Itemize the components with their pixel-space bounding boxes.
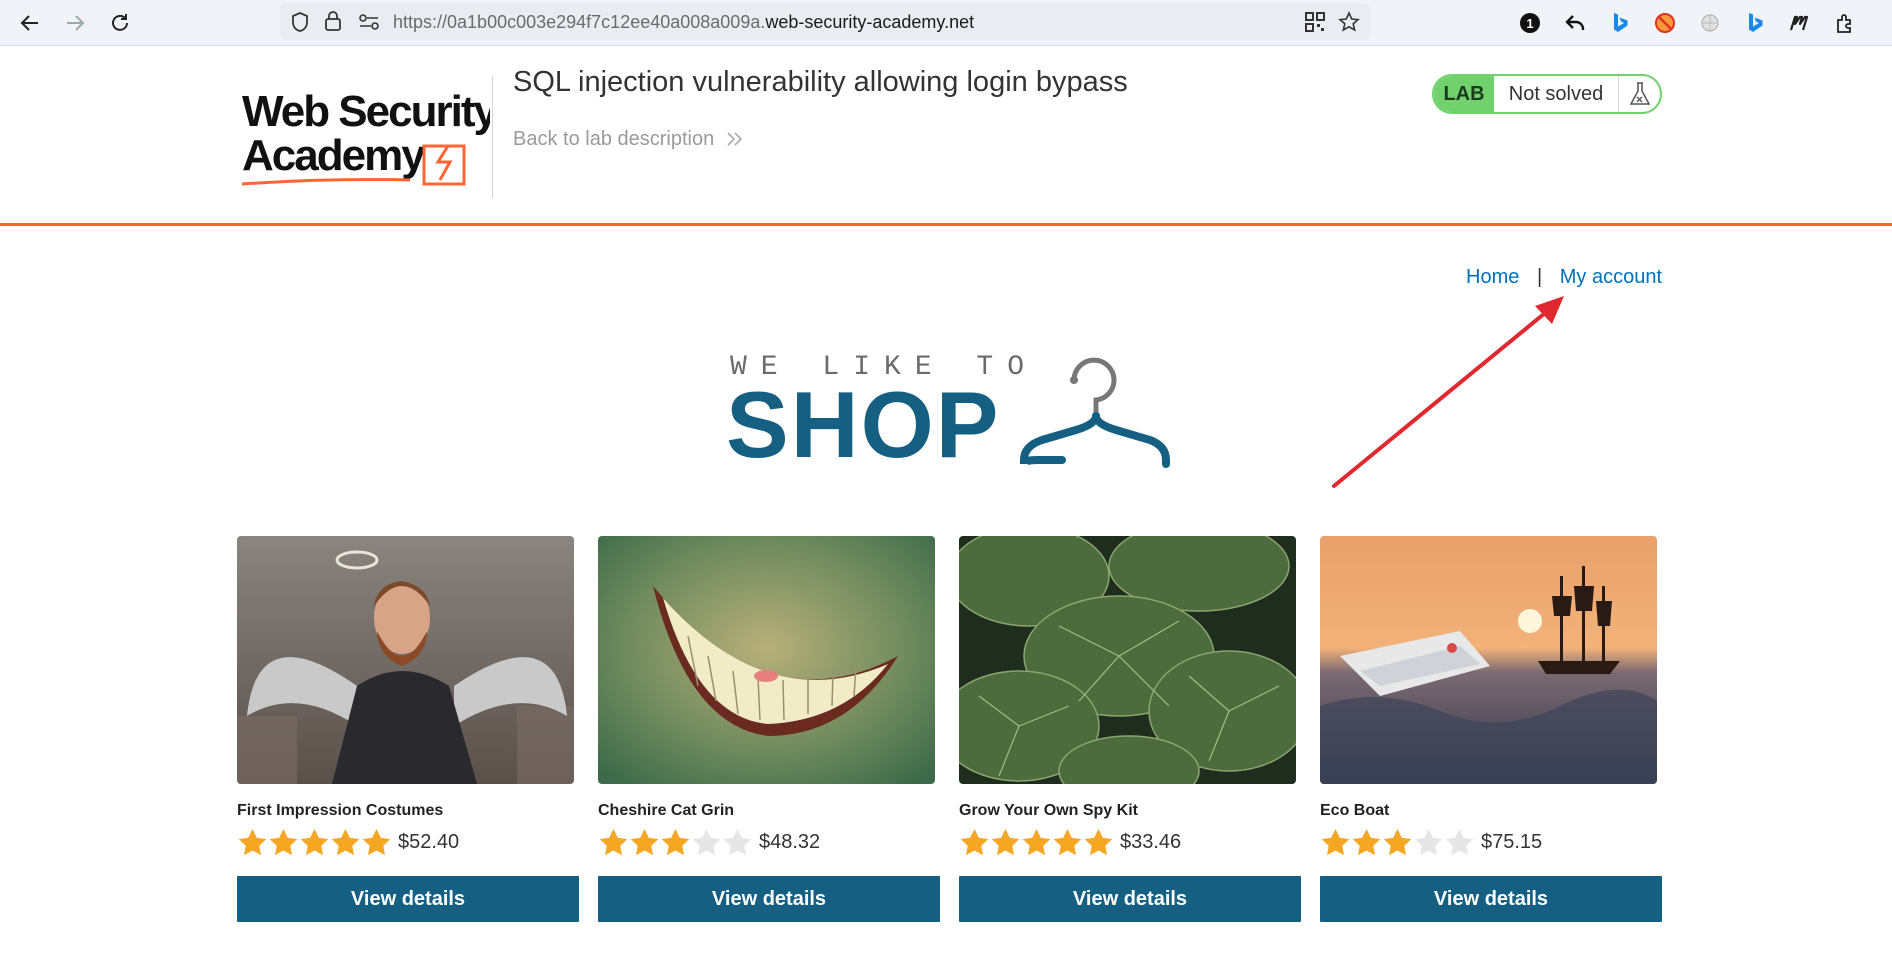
product-name: First Impression Costumes — [237, 802, 444, 819]
star-icon — [661, 829, 690, 856]
product-name: Cheshire Cat Grin — [598, 802, 735, 819]
star-icon — [362, 829, 391, 856]
star-icon — [991, 829, 1020, 856]
product-rating: $75.15 — [1320, 828, 1542, 856]
star-icon — [331, 829, 360, 856]
svg-text:Web Security: Web Security — [242, 87, 490, 136]
back-arrow-icon[interactable] — [16, 9, 44, 37]
view-details-button[interactable]: View details — [1320, 876, 1662, 922]
double-chevron-right-icon — [720, 128, 744, 150]
url-text[interactable]: https://0a1b00c003e294f7c12ee40a008a009a… — [393, 12, 974, 33]
lab-status-widget: LAB Not solved — [1432, 74, 1662, 114]
star-empty-icon — [723, 829, 752, 856]
product-price: $75.15 — [1481, 830, 1543, 853]
product-card: First Impression Costumes $52.40 View de… — [237, 536, 579, 922]
star-icon — [238, 829, 267, 856]
product-price: $33.46 — [1120, 830, 1182, 853]
logo-divider — [492, 76, 493, 198]
product-rating: $48.32 — [598, 828, 820, 856]
product-card: Cheshire Cat Grin $48.32 View details — [598, 536, 940, 922]
product-card: Eco Boat $75.15 View details — [1320, 536, 1662, 922]
qr-code-icon[interactable] — [1305, 12, 1325, 37]
star-icon — [630, 829, 659, 856]
site-permissions-icon[interactable] — [358, 12, 380, 37]
flask-icon — [1619, 76, 1660, 112]
star-icon — [1084, 829, 1113, 856]
web-security-academy-logo[interactable]: Web Security Academy — [240, 74, 490, 214]
product-rating: $33.46 — [959, 828, 1181, 856]
shop-wordmark: SHOP — [726, 372, 1001, 477]
globe-extension-icon[interactable] — [1697, 10, 1723, 36]
m-extension-icon[interactable] — [1787, 10, 1813, 36]
product-price: $48.32 — [759, 830, 821, 853]
lab-header: Web Security Academy SQL injection vulne… — [0, 46, 1892, 226]
star-empty-icon — [1445, 829, 1474, 856]
view-details-button[interactable]: View details — [237, 876, 579, 922]
star-icon — [1383, 829, 1412, 856]
product-image-spy-kit[interactable] — [959, 536, 1296, 784]
view-details-button[interactable]: View details — [959, 876, 1301, 922]
star-icon — [1022, 829, 1051, 856]
star-empty-icon — [1414, 829, 1443, 856]
star-icon — [269, 829, 298, 856]
product-image-costume[interactable] — [237, 536, 574, 784]
back-to-lab-link[interactable]: Back to lab description — [513, 128, 744, 151]
star-icon — [1321, 829, 1350, 856]
extension-1password-icon[interactable]: 1 — [1517, 10, 1543, 36]
product-image-cheshire[interactable] — [598, 536, 935, 784]
extensions-puzzle-icon[interactable] — [1832, 10, 1858, 36]
lock-icon[interactable] — [324, 10, 342, 37]
svg-text:Academy: Academy — [242, 131, 426, 180]
svg-text:1: 1 — [1526, 16, 1533, 31]
star-icon — [960, 829, 989, 856]
product-rating: $52.40 — [237, 828, 459, 856]
browser-toolbar: https://0a1b00c003e294f7c12ee40a008a009a… — [0, 0, 1892, 46]
star-empty-icon — [692, 829, 721, 856]
address-bar[interactable]: https://0a1b00c003e294f7c12ee40a008a009a… — [280, 3, 1370, 40]
blocker-icon[interactable] — [1652, 10, 1678, 36]
bing-chat-icon[interactable] — [1742, 10, 1768, 36]
reload-icon[interactable] — [106, 9, 134, 37]
bing-icon[interactable] — [1607, 10, 1633, 36]
lab-badge: LAB — [1434, 76, 1494, 112]
shield-icon[interactable] — [290, 11, 310, 38]
star-icon — [599, 829, 628, 856]
lab-status-text: Not solved — [1494, 76, 1619, 112]
product-image-eco-boat[interactable] — [1320, 536, 1657, 784]
reply-icon[interactable] — [1562, 10, 1588, 36]
star-icon — [1352, 829, 1381, 856]
product-price: $52.40 — [398, 830, 460, 853]
star-icon — [300, 829, 329, 856]
product-card: Grow Your Own Spy Kit $33.46 View detail… — [959, 536, 1301, 922]
hanger-icon — [1020, 357, 1170, 468]
forward-arrow-icon[interactable] — [61, 9, 89, 37]
bookmark-star-icon[interactable] — [1338, 11, 1360, 38]
product-name: Grow Your Own Spy Kit — [959, 802, 1138, 819]
star-icon — [1053, 829, 1082, 856]
annotation-arrow — [1332, 296, 1564, 488]
lab-title: SQL injection vulnerability allowing log… — [513, 66, 1128, 98]
view-details-button[interactable]: View details — [598, 876, 940, 922]
product-name: Eco Boat — [1320, 802, 1390, 819]
